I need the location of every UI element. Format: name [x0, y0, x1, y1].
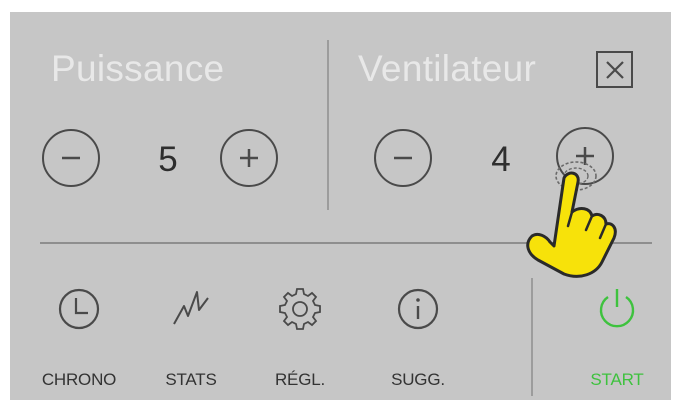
minus-icon	[62, 156, 80, 160]
nav-suggestions[interactable]: SUGG.	[363, 286, 473, 396]
stats-icon	[173, 291, 209, 325]
nav-suggestions-label: SUGG.	[391, 370, 445, 389]
start-divider	[531, 278, 533, 396]
nav-settings-label: RÉGL.	[274, 370, 326, 389]
close-button[interactable]	[596, 51, 633, 88]
fan-decrease-button[interactable]	[374, 129, 432, 187]
power-decrease-button[interactable]	[42, 129, 100, 187]
power-icon	[599, 289, 635, 328]
pointing-hand-icon	[526, 161, 617, 278]
nav-stats[interactable]: STATS	[136, 286, 246, 396]
gear-icon	[279, 288, 321, 330]
nav-stats-label: STATS	[165, 370, 217, 389]
info-icon	[397, 288, 439, 330]
fan-title: Ventilateur	[358, 48, 537, 89]
section-divider	[327, 40, 329, 210]
start-button[interactable]: START	[562, 286, 672, 396]
power-value: 5	[158, 140, 178, 179]
nav-chrono[interactable]: CHRONO	[24, 286, 134, 396]
clock-icon	[58, 288, 100, 330]
nav-chrono-label: CHRONO	[41, 370, 117, 389]
nav-settings[interactable]: RÉGL.	[245, 286, 355, 396]
close-icon	[605, 60, 624, 79]
power-increase-button[interactable]	[220, 129, 278, 187]
start-label: START	[590, 370, 644, 389]
power-title: Puissance	[51, 48, 225, 89]
minus-icon	[394, 156, 412, 160]
plus-icon	[240, 149, 258, 167]
